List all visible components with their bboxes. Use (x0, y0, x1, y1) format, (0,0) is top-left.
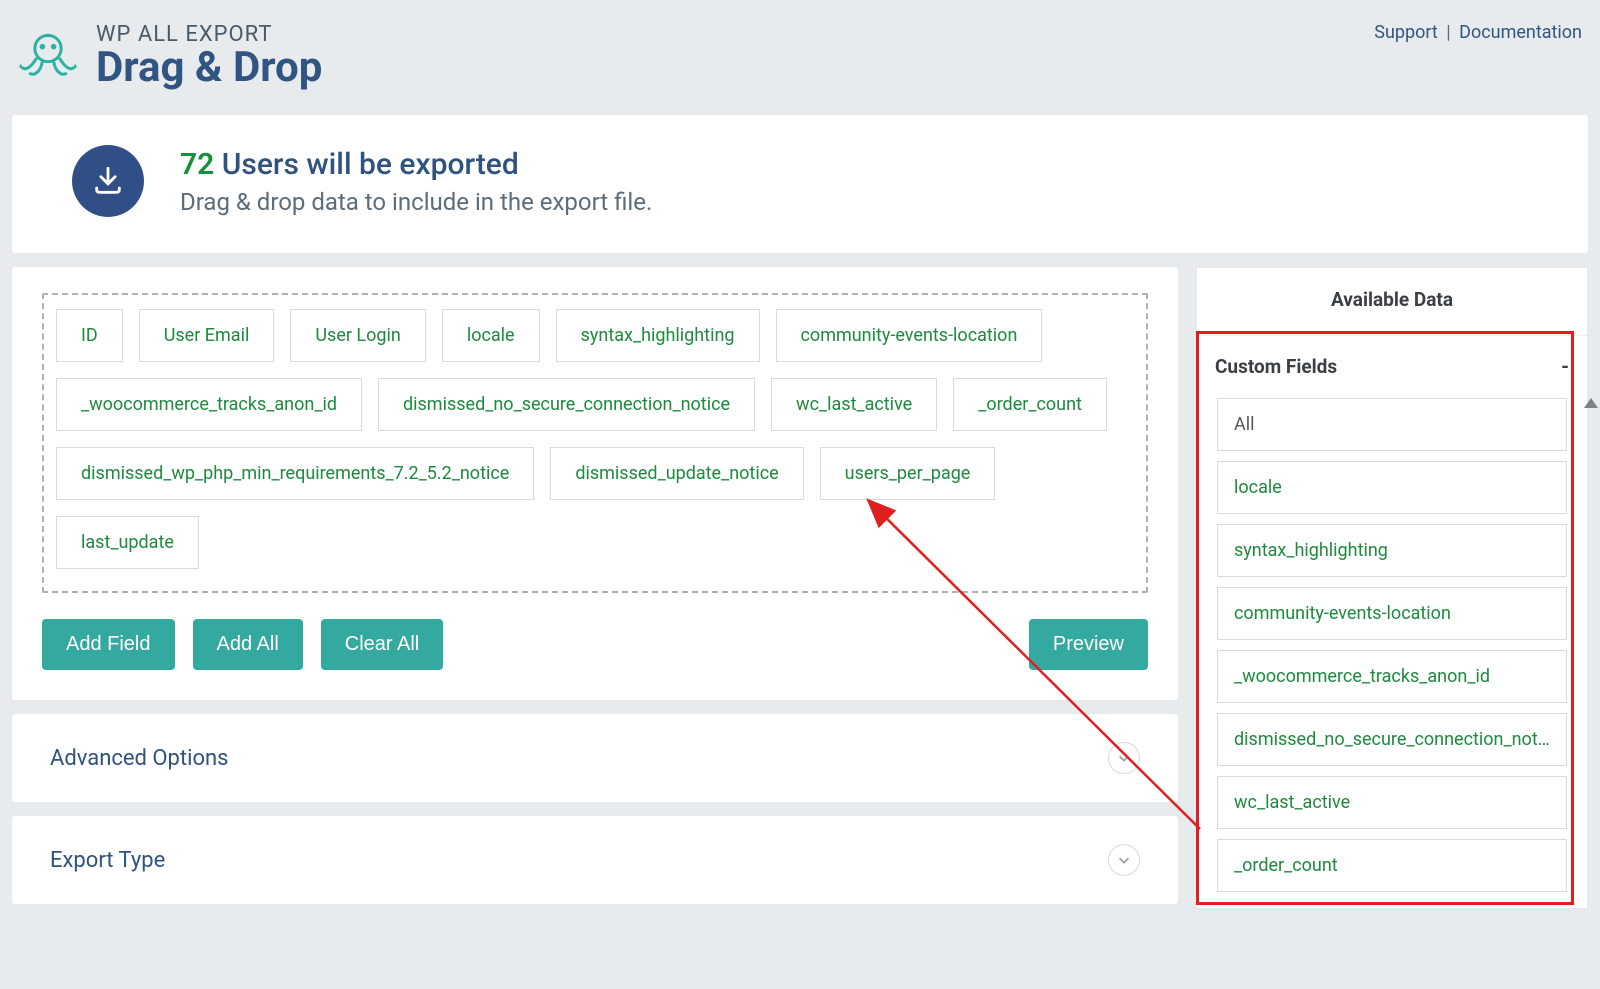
available-field-item[interactable]: wc_last_active (1217, 776, 1567, 829)
custom-fields-list: All locale syntax_highlighting community-ev… (1197, 394, 1587, 908)
field-builder-panel: ID User Email User Login locale syntax_highl… (12, 267, 1178, 700)
export-headline: Users will be exported (222, 147, 519, 182)
support-link[interactable]: Support (1374, 22, 1438, 43)
export-field-chip[interactable]: dismissed_update_notice (550, 447, 803, 500)
collapse-toggle-icon: - (1561, 354, 1569, 378)
custom-fields-label: Custom Fields (1215, 355, 1337, 378)
export-type-title: Export Type (50, 848, 1108, 873)
export-field-chip[interactable]: community-events-location (776, 309, 1043, 362)
export-field-chip[interactable]: locale (442, 309, 540, 362)
available-field-item[interactable]: locale (1217, 461, 1567, 514)
documentation-link[interactable]: Documentation (1459, 22, 1582, 43)
chevron-down-icon (1108, 844, 1140, 876)
available-field-item[interactable]: community-events-location (1217, 587, 1567, 640)
export-subtext: Drag & drop data to include in the expor… (180, 188, 652, 216)
add-field-button[interactable]: Add Field (42, 619, 175, 670)
export-download-icon (72, 145, 144, 217)
export-field-chip[interactable]: syntax_highlighting (556, 309, 760, 362)
available-field-item[interactable]: syntax_highlighting (1217, 524, 1567, 577)
export-field-chip[interactable]: User Login (290, 309, 425, 362)
brand-block: WP ALL EXPORT Drag & Drop (18, 22, 322, 89)
available-field-item[interactable]: _woocommerce_tracks_anon_id (1217, 650, 1567, 703)
title-stack: WP ALL EXPORT Drag & Drop (96, 22, 322, 89)
export-field-chip[interactable]: users_per_page (820, 447, 996, 500)
preview-button[interactable]: Preview (1029, 619, 1148, 670)
header-links: Support | Documentation (1374, 22, 1582, 43)
custom-fields-group-header[interactable]: Custom Fields - (1197, 335, 1587, 394)
available-field-item[interactable]: _order_count (1217, 839, 1567, 892)
export-count: 72 (180, 147, 214, 182)
advanced-options-section[interactable]: Advanced Options (12, 714, 1178, 802)
export-field-chip[interactable]: dismissed_wp_php_min_requirements_7.2_5.… (56, 447, 534, 500)
advanced-options-title: Advanced Options (50, 746, 1108, 771)
summary-text: 72 Users will be exported Drag & drop da… (180, 147, 652, 216)
available-field-all[interactable]: All (1217, 398, 1567, 451)
chevron-down-icon (1108, 742, 1140, 774)
octopus-logo-icon (18, 26, 78, 86)
add-all-button[interactable]: Add All (193, 619, 303, 670)
available-field-item[interactable]: dismissed_no_secure_connection_notice (1217, 713, 1567, 766)
sidebar-title: Available Data (1197, 268, 1587, 335)
export-field-chip[interactable]: dismissed_no_secure_connection_notice (378, 378, 755, 431)
export-field-chip[interactable]: last_update (56, 516, 199, 569)
builder-actions: Add Field Add All Clear All Preview (42, 619, 1148, 670)
export-field-chip[interactable]: wc_last_active (771, 378, 937, 431)
drop-area[interactable]: ID User Email User Login locale syntax_highl… (42, 293, 1148, 593)
export-summary-panel: 72 Users will be exported Drag & drop da… (12, 115, 1588, 253)
export-field-chip[interactable]: ID (56, 309, 123, 362)
scrollbar-up-arrow-icon[interactable] (1584, 398, 1598, 408)
export-type-section[interactable]: Export Type (12, 816, 1178, 904)
link-separator: | (1446, 22, 1450, 43)
clear-all-button[interactable]: Clear All (321, 619, 443, 670)
available-data-sidebar: Available Data Custom Fields - All locale… (1196, 267, 1588, 909)
export-field-chip[interactable]: _woocommerce_tracks_anon_id (56, 378, 362, 431)
page-header: WP ALL EXPORT Drag & Drop Support | Docu… (0, 0, 1600, 115)
export-field-chip[interactable]: _order_count (953, 378, 1107, 431)
page-title: Drag & Drop (96, 47, 322, 89)
export-field-chip[interactable]: User Email (139, 309, 275, 362)
